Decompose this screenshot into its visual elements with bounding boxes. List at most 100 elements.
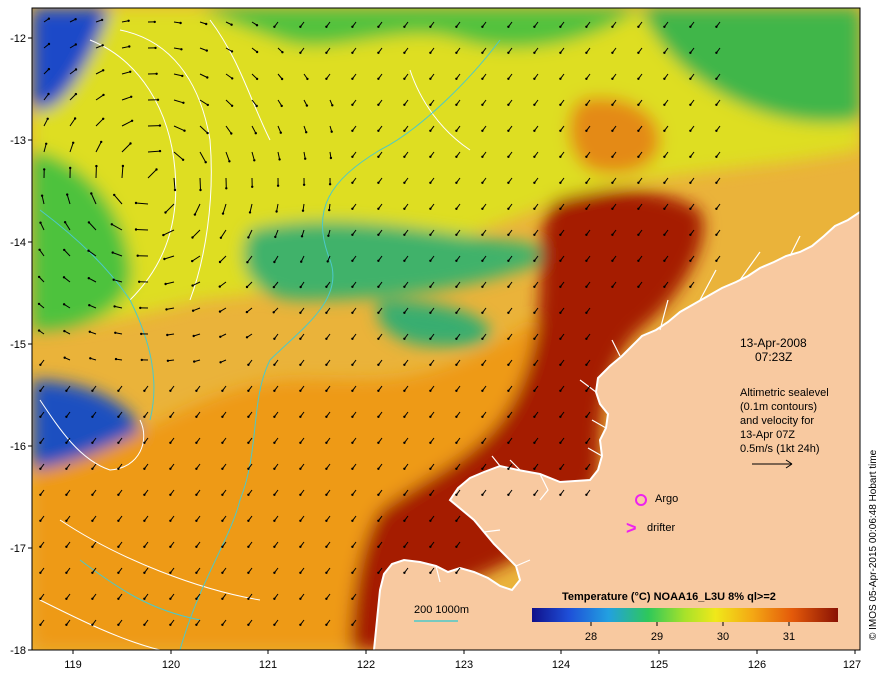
velocity-arrow-head — [481, 363, 484, 366]
velocity-arrow-head — [715, 129, 718, 132]
velocity-arrow-head — [221, 597, 224, 600]
velocity-arrow-head — [39, 597, 42, 600]
date-line-2: 07:23Z — [755, 350, 792, 364]
colorbar-tick-30: 30 — [717, 631, 729, 643]
velocity-arrow-head — [429, 181, 432, 184]
velocity-arrow-head — [351, 311, 354, 314]
velocity-arrow-head — [325, 363, 328, 366]
velocity-arrow-head — [559, 259, 562, 262]
velocity-arrow-head — [247, 441, 250, 444]
velocity-arrow-head — [507, 103, 510, 107]
date-line-1: 13-Apr-2008 — [740, 336, 807, 350]
velocity-arrow-head — [325, 285, 328, 288]
velocity-arrow-head — [377, 233, 380, 236]
velocity-arrow-head — [377, 77, 380, 81]
velocity-arrow-head — [121, 164, 125, 168]
velocity-arrow-head — [195, 389, 198, 392]
velocity-arrow-head — [507, 77, 510, 81]
velocity-arrow-head — [37, 302, 41, 306]
velocity-arrow-head — [689, 129, 692, 132]
velocity-arrow-head — [299, 337, 302, 340]
velocity-arrow-head — [559, 155, 562, 158]
velocity-arrow-head — [299, 597, 302, 600]
velocity-arrow-head — [221, 389, 224, 392]
velocity-arrow-head — [507, 25, 510, 28]
velocity-arrow-head — [377, 25, 380, 28]
velocity-arrow-head — [39, 571, 42, 574]
velocity-arrow-head — [195, 519, 198, 522]
velocity-arrow-head — [429, 207, 432, 210]
velocity-arrow-head — [91, 467, 94, 470]
velocity-arrow-head — [305, 104, 309, 107]
velocity-arrow-head — [325, 597, 328, 600]
velocity-arrow-head — [611, 129, 614, 132]
velocity-arrow-head — [507, 155, 510, 158]
velocity-arrow-head — [403, 441, 406, 444]
velocity-arrow-head — [403, 51, 406, 54]
velocity-arrow-head — [325, 493, 328, 496]
velocity-arrow-head — [218, 260, 222, 264]
velocity-arrow-head — [455, 311, 458, 314]
velocity-arrow-head — [143, 519, 146, 522]
velocity-arrow-head — [117, 519, 120, 522]
velocity-arrow-head — [351, 467, 354, 470]
velocity-arrow-head — [166, 359, 170, 362]
velocity-arrow-head — [191, 309, 195, 312]
velocity-arrow-head — [63, 221, 67, 224]
velocity-arrow-head — [715, 259, 718, 262]
velocity-arrow-head — [247, 493, 250, 496]
drifter-marker: > — [626, 518, 637, 538]
velocity-arrow-head — [278, 158, 281, 161]
velocity-arrow-head — [88, 330, 92, 333]
velocity-arrow-head — [230, 104, 234, 108]
velocity-arrow-head — [63, 329, 66, 333]
velocity-arrow-head — [429, 103, 432, 107]
velocity-arrow-head — [246, 261, 249, 264]
velocity-arrow-head — [247, 467, 250, 470]
info-line-4: 13-Apr 07Z — [740, 429, 795, 441]
velocity-arrow-head — [455, 129, 458, 132]
velocity-arrow-head — [611, 285, 614, 288]
velocity-arrow-head — [533, 25, 536, 28]
velocity-arrow-head — [533, 415, 536, 418]
velocity-arrow-head — [128, 45, 131, 48]
velocity-arrow-head — [102, 117, 105, 121]
velocity-arrow-head — [169, 545, 172, 548]
velocity-arrow-head — [403, 77, 406, 81]
velocity-arrow-head — [255, 104, 258, 108]
velocity-arrow-head — [429, 337, 432, 340]
velocity-arrow-head — [325, 545, 328, 548]
velocity-arrow-head — [559, 467, 562, 470]
velocity-arrow-head — [228, 160, 231, 163]
velocity-arrow-head — [143, 623, 146, 626]
velocity-arrow-head — [585, 493, 588, 496]
velocity-arrow-head — [533, 103, 536, 107]
velocity-arrow-head — [47, 42, 51, 46]
velocity-arrow-head — [455, 493, 458, 496]
velocity-arrow-head — [403, 311, 406, 314]
velocity-arrow-head — [62, 303, 66, 306]
info-line-5: 0.5m/s (1kt 24h) — [740, 443, 819, 455]
velocity-arrow-head — [253, 159, 256, 162]
drifter-label: drifter — [647, 522, 675, 534]
velocity-arrow-head — [481, 259, 484, 262]
velocity-arrow-head — [663, 51, 666, 54]
velocity-arrow-head — [715, 207, 718, 210]
velocity-arrow-head — [91, 545, 94, 548]
velocity-arrow-head — [245, 285, 249, 289]
velocity-arrow-head — [533, 389, 536, 392]
velocity-arrow-head — [455, 337, 458, 340]
velocity-arrow-head — [47, 17, 51, 20]
velocity-arrow-head — [329, 156, 333, 160]
velocity-arrow-head — [156, 98, 160, 102]
velocity-arrow-head — [507, 441, 510, 444]
velocity-arrow-head — [481, 51, 484, 54]
velocity-arrow-head — [403, 259, 406, 262]
velocity-arrow-head — [429, 571, 432, 574]
velocity-arrow-head — [219, 236, 223, 239]
velocity-arrow-head — [429, 467, 432, 470]
velocity-arrow-head — [110, 223, 114, 226]
velocity-arrow-head — [169, 519, 172, 522]
velocity-arrow-head — [403, 129, 406, 132]
velocity-arrow — [199, 177, 201, 191]
